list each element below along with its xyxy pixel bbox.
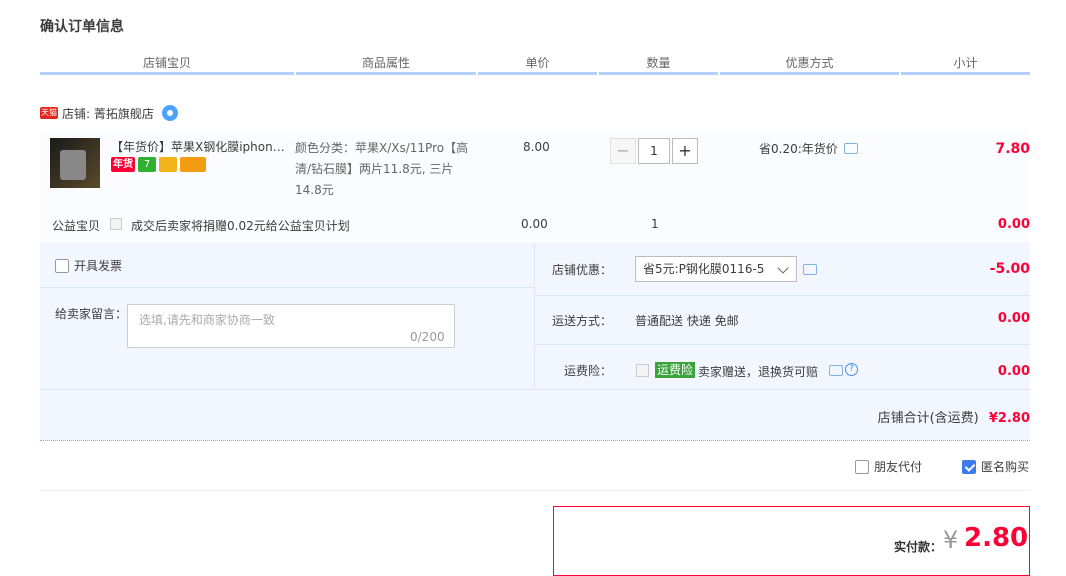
- new-year-tag: 年货: [111, 157, 135, 172]
- payment-currency: ¥: [943, 526, 959, 554]
- comment-icon[interactable]: [803, 264, 817, 275]
- insurance-icons: ?: [823, 363, 858, 376]
- quantity-stepper: − 1 +: [610, 138, 698, 164]
- col-discount: 优惠方式: [720, 54, 899, 75]
- product-name[interactable]: 【年货价】苹果X钢化膜iphone…: [111, 138, 291, 155]
- payment-amount: 2.80: [964, 523, 1029, 553]
- invoice-label: 开具发票: [74, 259, 123, 273]
- charity-label: 公益宝贝: [52, 219, 101, 233]
- table-header: 店铺宝贝 商品属性 单价 数量 优惠方式 小计: [40, 54, 1030, 75]
- divider: [40, 287, 534, 288]
- col-attributes: 商品属性: [296, 54, 476, 75]
- discount-text: 省0.20:年货价: [759, 142, 838, 156]
- comment-icon[interactable]: [843, 143, 858, 154]
- coupon-select[interactable]: 省5元:P钢化膜0116-5: [635, 256, 797, 282]
- shop-info: 天猫 店铺: 菁拓旗舰店: [40, 104, 178, 122]
- shop-total-label: 店铺合计(含运费): [877, 411, 979, 426]
- anonymous-option[interactable]: 匿名购买: [962, 458, 1029, 475]
- quantity-input[interactable]: 1: [638, 138, 670, 164]
- payment-label: 实付款：: [894, 540, 943, 554]
- product-attributes: 颜色分类：苹果X/Xs/11Pro【高清/钻石膜】两片11.8元, 三片14.8…: [295, 141, 469, 197]
- charity-text: 成交后卖家将捐赠0.02元给公益宝贝计划: [131, 219, 350, 233]
- tmall-icon: 天猫: [40, 107, 58, 119]
- shop-discount-amount: -5.00: [989, 261, 1030, 277]
- divider: [535, 344, 1030, 345]
- seven-day-return-icon: 7: [138, 157, 156, 172]
- friend-pay-label: 朋友代付: [874, 460, 923, 474]
- help-icon[interactable]: ?: [845, 363, 858, 376]
- invoice-option[interactable]: 开具发票: [55, 257, 122, 274]
- friend-pay-option[interactable]: 朋友代付: [855, 458, 922, 475]
- divider: [535, 295, 1030, 296]
- charity-price: 0.00: [521, 217, 548, 231]
- insurance-badge: 运费险: [655, 362, 696, 378]
- payment-summary: [553, 506, 1030, 576]
- divider: [40, 389, 1030, 390]
- col-shop-item: 店铺宝贝: [40, 54, 294, 75]
- shop-name[interactable]: 店铺: 菁拓旗舰店: [62, 105, 154, 122]
- anonymous-label: 匿名购买: [981, 460, 1030, 474]
- shop-discount-label: 店铺优惠：: [551, 263, 612, 277]
- product-image[interactable]: [50, 138, 100, 188]
- message-label: 给卖家留言：: [55, 307, 128, 321]
- comment-icon[interactable]: [829, 365, 843, 376]
- message-placeholder: 选填,请先和商家协商一致: [139, 313, 275, 327]
- divider: [40, 490, 1030, 491]
- decrease-button[interactable]: −: [610, 138, 636, 164]
- shipping-amount: 0.00: [997, 311, 1030, 326]
- col-unit-price: 单价: [478, 54, 597, 75]
- invoice-checkbox[interactable]: [55, 258, 69, 273]
- charity-subtotal: 0.00: [997, 217, 1030, 232]
- product-tags: 年货 7: [111, 157, 206, 172]
- increase-button[interactable]: +: [672, 138, 698, 164]
- insurance-amount: 0.00: [997, 364, 1030, 379]
- charity-qty: 1: [651, 217, 659, 231]
- shipping-label: 运送方式：: [551, 314, 612, 328]
- credit-card-icon: [180, 157, 206, 172]
- insurance-text: 卖家赠送，退换货可赔: [698, 365, 819, 379]
- anonymous-checkbox[interactable]: [962, 459, 976, 474]
- shop-total: 店铺合计(含运费) ¥2.80: [878, 407, 1030, 426]
- item-subtotal: 7.80: [995, 141, 1030, 157]
- insurance-checkbox: [636, 364, 649, 377]
- discount-method: 省0.20:年货价: [759, 140, 858, 157]
- chat-icon[interactable]: [161, 105, 178, 121]
- shop-total-amount: ¥2.80: [988, 411, 1030, 426]
- col-quantity: 数量: [599, 54, 718, 75]
- unit-price: 8.00: [523, 140, 550, 154]
- guarantee-icon: [159, 157, 177, 172]
- charity-checkbox: [110, 218, 122, 230]
- col-subtotal: 小计: [901, 54, 1030, 75]
- message-char-count: 0/200: [410, 330, 445, 344]
- insurance-label: 运费险：: [563, 364, 612, 378]
- page-title: 确认订单信息: [40, 19, 124, 35]
- shipping-method: 普通配送 快递 免邮: [635, 314, 739, 328]
- divider: [534, 243, 535, 389]
- friend-pay-checkbox[interactable]: [855, 459, 869, 474]
